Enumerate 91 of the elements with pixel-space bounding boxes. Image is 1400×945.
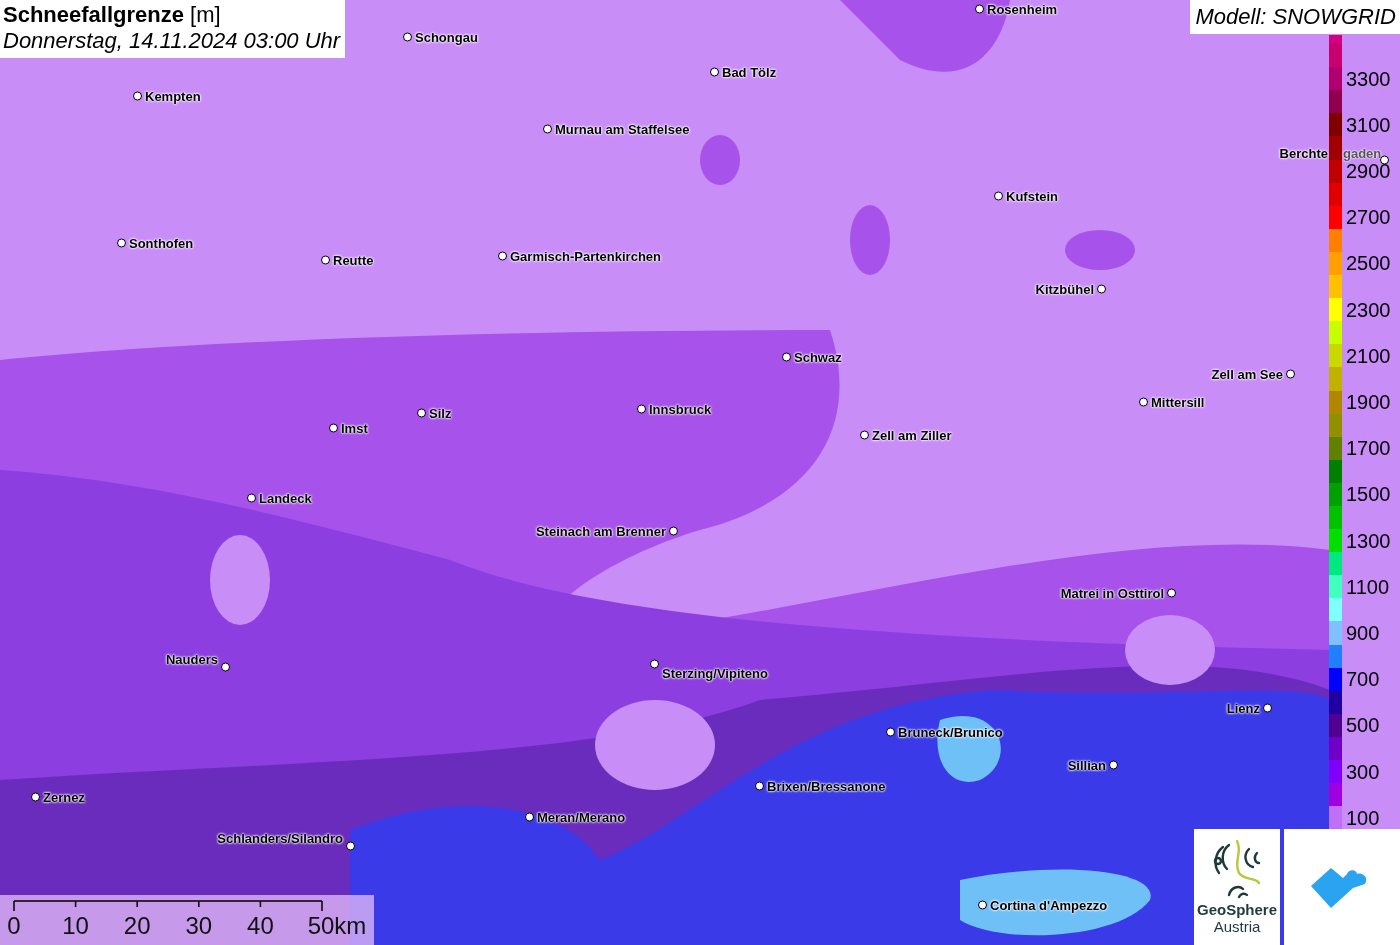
place-label: Zernez [43, 789, 85, 805]
place-marker [247, 493, 256, 503]
place-marker [1380, 155, 1389, 165]
place-label: Murnau am Staffelsee [555, 121, 690, 137]
place-label: Brixen/Bressanone [767, 778, 886, 794]
legend-label: 3300 [1346, 68, 1391, 89]
place-marker [1139, 397, 1148, 407]
place-label: Rosenheim [987, 1, 1058, 17]
place-marker [978, 900, 987, 910]
place-label: Zell am Ziller [872, 427, 952, 443]
place-label: gaden [1343, 145, 1382, 161]
place-marker [525, 812, 534, 822]
place-label: Silz [429, 405, 452, 421]
place-label: Sillian [1067, 757, 1106, 773]
place-marker [1286, 369, 1295, 379]
place-label: Steinach am Brenner [535, 523, 666, 539]
place-label: Sterzing/Vipiteno [662, 665, 768, 681]
legend-label: 2500 [1346, 253, 1391, 274]
place-marker [1167, 588, 1176, 598]
date-text: Donnerstag, 14.11.2024 03:00 Uhr [3, 28, 341, 54]
place-marker [669, 526, 678, 536]
legend-label: 2700 [1346, 207, 1391, 228]
legend-label: 2900 [1346, 161, 1391, 182]
place-label: Cortina d'Ampezzo [990, 897, 1108, 913]
legend-label: 900 [1346, 623, 1380, 643]
place-label: Matrei in Osttirol [1060, 585, 1164, 601]
place-marker [321, 255, 330, 265]
place-marker [31, 792, 40, 802]
place-label: Bruneck/Brunico [898, 724, 1003, 740]
place-marker [975, 4, 984, 14]
place-marker [1097, 284, 1106, 294]
place-marker [650, 659, 659, 669]
scale-label: 20 [123, 912, 151, 940]
scale-label: 0 [7, 912, 21, 940]
place-marker [1109, 760, 1118, 770]
place-label: Garmisch-Partenkirchen [510, 248, 661, 264]
place-marker [117, 238, 126, 248]
logo-text: Austria [1213, 918, 1261, 935]
legend-label: 100 [1346, 807, 1380, 828]
scale-label: 10 [62, 912, 89, 940]
place-marker [133, 91, 142, 101]
place-marker [860, 430, 869, 440]
place-label: Kempten [145, 88, 201, 104]
model-label: Modell: SNOWGRID [1189, 0, 1400, 34]
place-marker [346, 841, 355, 851]
legend-label: 1300 [1346, 530, 1391, 551]
legend-label: 3100 [1346, 114, 1391, 135]
scale-label: 40 [247, 912, 274, 940]
place-marker [1263, 703, 1272, 713]
logo-text: GeoSphere [1197, 901, 1277, 918]
place-marker [994, 191, 1003, 201]
place-marker [637, 404, 646, 414]
place-label: Kitzbühel [1035, 281, 1094, 297]
place-label: Schwaz [794, 349, 842, 365]
place-label: Kufstein [1006, 188, 1058, 204]
scale-label: 30 [185, 912, 213, 940]
place-marker [886, 727, 895, 737]
place-label: Landeck [259, 490, 312, 506]
place-label: Innsbruck [649, 401, 712, 417]
legend-label: 1100 [1346, 576, 1389, 597]
place-marker [782, 352, 791, 362]
scale-label: 50km [307, 912, 367, 940]
legend-label: 2300 [1346, 299, 1391, 320]
place-marker [498, 251, 507, 261]
place-label: Zell am See [1211, 366, 1283, 382]
legend-label: 500 [1346, 715, 1380, 736]
place-label: Nauders [165, 651, 218, 667]
map-title: Schneefallgrenze [m] [3, 2, 222, 28]
legend-label: 700 [1346, 669, 1380, 690]
place-marker [221, 662, 230, 672]
place-marker [755, 781, 764, 791]
place-label: Meran/Merano [537, 809, 626, 825]
legend-label: 300 [1346, 761, 1380, 782]
place-marker [329, 423, 338, 433]
place-label: Mittersill [1151, 394, 1205, 410]
place-label: Sonthofen [129, 235, 194, 251]
legend-label: 1700 [1346, 438, 1391, 459]
place-marker [403, 32, 412, 42]
legend-label: 1500 [1346, 484, 1391, 505]
place-label: Imst [341, 420, 368, 436]
legend-label: 2100 [1346, 345, 1391, 366]
place-marker [710, 67, 719, 77]
place-label: Reutte [333, 252, 374, 268]
place-label: Schongau [415, 29, 478, 45]
place-marker [417, 408, 426, 418]
place-label: Schlanders/Silandro [217, 830, 343, 846]
place-label: Berchte [1279, 145, 1328, 161]
place-label: Bad Tölz [722, 64, 777, 80]
place-marker [543, 124, 552, 134]
legend-label: 1900 [1346, 392, 1391, 413]
place-label: Lienz [1226, 700, 1260, 716]
